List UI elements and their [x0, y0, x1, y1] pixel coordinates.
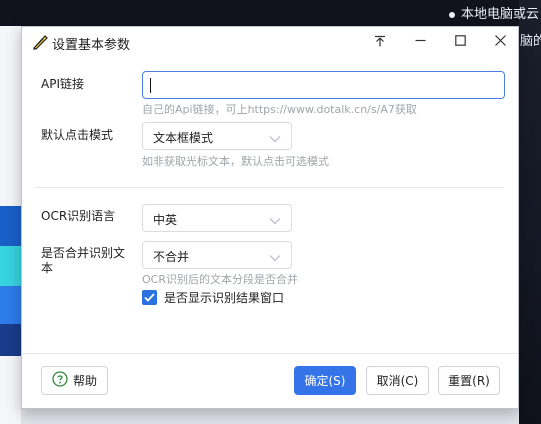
chevron-down-icon	[269, 132, 281, 143]
bullet-icon	[449, 11, 455, 18]
click-mode-hint: 如非获取光标文本，默认点击可选模式	[142, 155, 329, 168]
section-divider	[36, 187, 504, 188]
merge-text-hint: OCR识别后的文本分段是否合并	[142, 273, 298, 286]
dialog-titlebar[interactable]: 设置基本参数	[22, 27, 518, 57]
feather-pen-icon	[31, 33, 49, 51]
help-button-label: 帮助	[72, 374, 97, 388]
click-mode-label: 默认点击模式	[41, 128, 114, 142]
api-link-hint: 自己的Api链接，可上https://www.dotalk.cn/s/A7获取	[142, 103, 417, 116]
minimize-button[interactable]	[400, 27, 440, 57]
ok-button[interactable]: 确定(S)	[294, 366, 356, 395]
show-result-window-option[interactable]: 是否显示识别结果窗口	[142, 289, 284, 306]
background-app-left	[0, 26, 21, 424]
merge-text-value: 不合并	[153, 250, 190, 264]
merge-text-label-line1: 是否合并识别文	[41, 246, 126, 260]
close-button[interactable]	[480, 27, 520, 57]
checkmark-icon	[144, 293, 155, 302]
minimize-icon	[415, 35, 426, 49]
chevron-down-icon	[269, 214, 281, 225]
dialog-title: 设置基本参数	[52, 38, 131, 53]
merge-text-label: 是否合并识别文 本	[41, 246, 125, 276]
background-app-panel	[519, 0, 541, 424]
background-text-line-2: 脑的	[520, 34, 541, 49]
pin-button[interactable]	[360, 27, 400, 57]
merge-text-select[interactable]: 不合并	[142, 241, 292, 269]
click-mode-select[interactable]: 文本框模式	[142, 122, 292, 150]
maximize-button[interactable]	[440, 27, 480, 57]
cancel-button[interactable]: 取消(C)	[366, 366, 429, 395]
merge-text-label-line2: 本	[41, 261, 54, 275]
background-graphic	[0, 206, 21, 356]
pin-icon	[374, 35, 386, 50]
background-text-line-1: 本地电脑或云	[449, 3, 539, 22]
ocr-language-select[interactable]: 中英	[142, 204, 292, 232]
footer-divider	[22, 353, 518, 354]
ocr-language-label: OCR识别语言	[41, 209, 116, 223]
show-result-window-checkbox[interactable]	[142, 290, 157, 305]
click-mode-value: 文本框模式	[153, 131, 214, 145]
question-circle-icon	[52, 371, 68, 390]
settings-dialog: 设置基本参数 API链接 自己的Api链接，可上https://www.dota…	[21, 26, 519, 409]
api-link-label: API链接	[41, 77, 84, 91]
maximize-icon	[454, 35, 466, 49]
api-link-input[interactable]	[142, 71, 505, 99]
close-icon	[494, 35, 506, 49]
reset-button[interactable]: 重置(R)	[438, 366, 500, 395]
chevron-down-icon	[269, 251, 281, 262]
show-result-window-label: 是否显示识别结果窗口	[164, 291, 285, 305]
help-button[interactable]: 帮助	[41, 366, 108, 395]
text-caret	[150, 78, 151, 93]
ocr-language-value: 中英	[153, 213, 178, 227]
